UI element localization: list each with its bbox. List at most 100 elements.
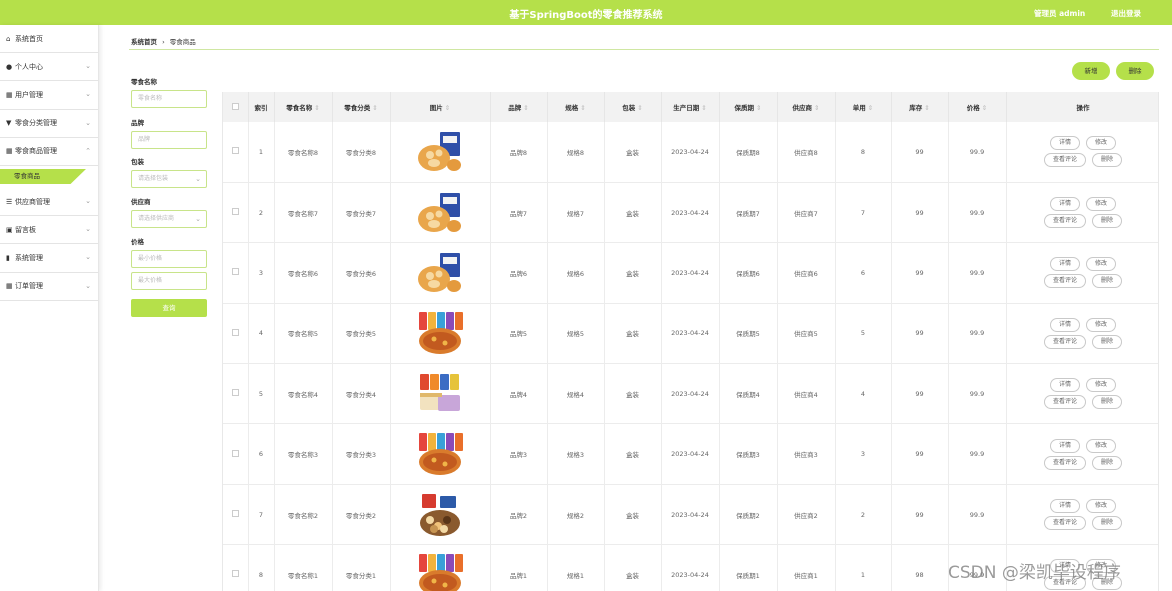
sidebar-item[interactable]: ▼ 零食分类管理 ⌄ [0,110,98,138]
delete-button[interactable]: 删除 [1092,334,1123,349]
logout-link[interactable]: 退出登录 [1111,8,1141,19]
column-header[interactable]: 零食名称 ⇕ [274,92,333,122]
row-select-cell[interactable] [223,544,249,591]
column-header[interactable]: 保质期 ⇕ [719,92,778,122]
sort-icon[interactable]: ⇕ [868,104,873,112]
delete-button[interactable]: 删除 [1092,455,1123,470]
row-checkbox[interactable] [231,449,239,457]
table-row[interactable]: 6 零食名称3 零食分类3 品牌3 规格3 盒装 2023-04-24 保质期3 供应商3 3 99… [223,423,1158,485]
row-checkbox[interactable] [231,570,239,578]
sidebar-item[interactable]: ▦ 订单管理 ⌄ [0,273,98,301]
detail-button[interactable]: 详情 [1049,438,1080,453]
row-select-cell[interactable] [223,423,249,485]
edit-button[interactable]: 修改 [1086,136,1117,151]
price-min-input[interactable]: 最小价格 [131,250,207,268]
row-checkbox[interactable] [231,389,239,397]
row-checkbox[interactable] [231,147,239,155]
table-row[interactable]: 5 零食名称4 零食分类4 品牌4 规格4 盒装 2023-04-24 保质期4 供应商4 4 99… [223,363,1158,425]
sort-icon[interactable]: ⇕ [982,104,987,112]
delete-button[interactable]: 删除 [1092,395,1123,410]
row-select-cell[interactable] [223,363,249,425]
row-checkbox[interactable] [231,268,239,276]
table-row[interactable]: 4 零食名称5 零食分类5 品牌5 规格5 盒装 2023-04-24 保质期5 供应商5 5 99… [223,303,1158,365]
batch-delete-button[interactable]: 删除 [1116,62,1154,80]
detail-button[interactable]: 详情 [1049,499,1080,514]
sidebar-item[interactable]: ● 个人中心 ⌄ [0,53,98,82]
row-checkbox[interactable] [231,510,239,518]
delete-button[interactable]: 删除 [1092,153,1123,168]
sort-icon[interactable]: ⇕ [445,104,450,112]
column-header[interactable]: 操作 [1006,92,1158,122]
table-row[interactable]: 2 零食名称7 零食分类7 品牌7 规格7 盒装 2023-04-24 保质期7 供应商7 7 99… [223,182,1158,244]
edit-button[interactable]: 修改 [1086,438,1117,453]
delete-button[interactable]: 删除 [1092,516,1123,531]
view-reviews-button[interactable]: 查看评论 [1043,274,1086,289]
table-row[interactable]: 3 零食名称6 零食分类6 品牌6 规格6 盒装 2023-04-24 保质期6 供应商6 6 99… [223,242,1158,304]
query-button[interactable]: 查询 [131,299,207,317]
row-select-cell[interactable] [223,122,249,183]
edit-button[interactable]: 修改 [1086,197,1117,212]
column-header[interactable]: 规格 ⇕ [547,92,605,122]
column-header[interactable]: 价格 ⇕ [948,92,1007,122]
sort-icon[interactable]: ⇕ [701,104,706,112]
edit-button[interactable]: 修改 [1086,257,1117,272]
row-checkbox[interactable] [231,328,239,336]
add-button[interactable]: 新增 [1072,62,1110,80]
delete-button[interactable]: 删除 [1092,274,1123,289]
sidebar-item[interactable]: ⌂ 系统首页 [0,25,98,54]
column-header[interactable]: 供应商 ⇕ [777,92,836,122]
sort-icon[interactable]: ⇕ [924,104,929,112]
supplier-select[interactable]: 请选择供应商 ⌄ [131,210,207,228]
table-row[interactable]: 1 零食名称8 零食分类8 品牌8 规格8 盒装 2023-04-24 保质期8 供应商8 8 99… [223,122,1158,183]
edit-button[interactable]: 修改 [1086,499,1117,514]
breadcrumb-home[interactable]: 系统首页 [131,38,157,46]
detail-button[interactable]: 详情 [1049,317,1080,332]
select-all-checkbox[interactable] [231,102,239,110]
sidebar-item[interactable]: ▦ 用户管理 ⌄ [0,81,98,110]
edit-button[interactable]: 修改 [1086,317,1117,332]
detail-button[interactable]: 详情 [1049,197,1080,212]
pack-select[interactable]: 请选择包装 ⌄ [131,170,207,188]
view-reviews-button[interactable]: 查看评论 [1043,214,1086,229]
sidebar-item[interactable]: ▦ 零食商品管理 ⌃ [0,138,98,166]
column-header[interactable]: 生产日期 ⇕ [661,92,720,122]
sidebar-item[interactable]: ☰ 供应商管理 ⌄ [0,188,98,217]
column-header[interactable]: 品牌 ⇕ [490,92,548,122]
sort-icon[interactable]: ⇕ [580,104,585,112]
column-header[interactable]: 零食分类 ⇕ [332,92,391,122]
view-reviews-button[interactable]: 查看评论 [1043,516,1086,531]
sort-icon[interactable]: ⇕ [314,104,319,112]
detail-button[interactable]: 详情 [1049,136,1080,151]
view-reviews-button[interactable]: 查看评论 [1043,334,1086,349]
row-select-cell[interactable] [223,182,249,244]
row-select-cell[interactable] [223,484,249,546]
brand-filter-input[interactable]: 品牌 [131,131,207,149]
detail-button[interactable]: 详情 [1049,257,1080,272]
edit-button[interactable]: 修改 [1086,378,1117,393]
column-header[interactable]: 图片 ⇕ [390,92,491,122]
price-max-input[interactable]: 最大价格 [131,272,207,290]
column-header[interactable]: 包装 ⇕ [604,92,662,122]
sort-icon[interactable]: ⇕ [756,104,761,112]
sidebar-item[interactable]: ▮ 系统管理 ⌄ [0,244,98,273]
sidebar-subitem-snacks[interactable]: 零食商品 [0,168,86,184]
view-reviews-button[interactable]: 查看评论 [1043,455,1086,470]
delete-button[interactable]: 删除 [1092,214,1123,229]
sort-icon[interactable]: ⇕ [637,104,642,112]
name-filter-input[interactable]: 零食名称 [131,90,207,108]
view-reviews-button[interactable]: 查看评论 [1043,395,1086,410]
row-select-cell[interactable] [223,303,249,365]
column-header[interactable]: 索引 [248,92,275,122]
column-header[interactable]: 单用 ⇕ [835,92,892,122]
sort-icon[interactable]: ⇕ [814,104,819,112]
row-select-cell[interactable] [223,242,249,304]
view-reviews-button[interactable]: 查看评论 [1043,153,1086,168]
table-row[interactable]: 7 零食名称2 零食分类2 品牌2 规格2 盒装 2023-04-24 保质期2 供应商2 2 99… [223,484,1158,546]
detail-button[interactable]: 详情 [1049,378,1080,393]
select-all-cell[interactable] [223,92,249,122]
sort-icon[interactable]: ⇕ [372,104,377,112]
sort-icon[interactable]: ⇕ [523,104,528,112]
column-header[interactable]: 库存 ⇕ [891,92,949,122]
sidebar-item[interactable]: ▣ 留言板 ⌄ [0,216,98,245]
row-checkbox[interactable] [231,208,239,216]
